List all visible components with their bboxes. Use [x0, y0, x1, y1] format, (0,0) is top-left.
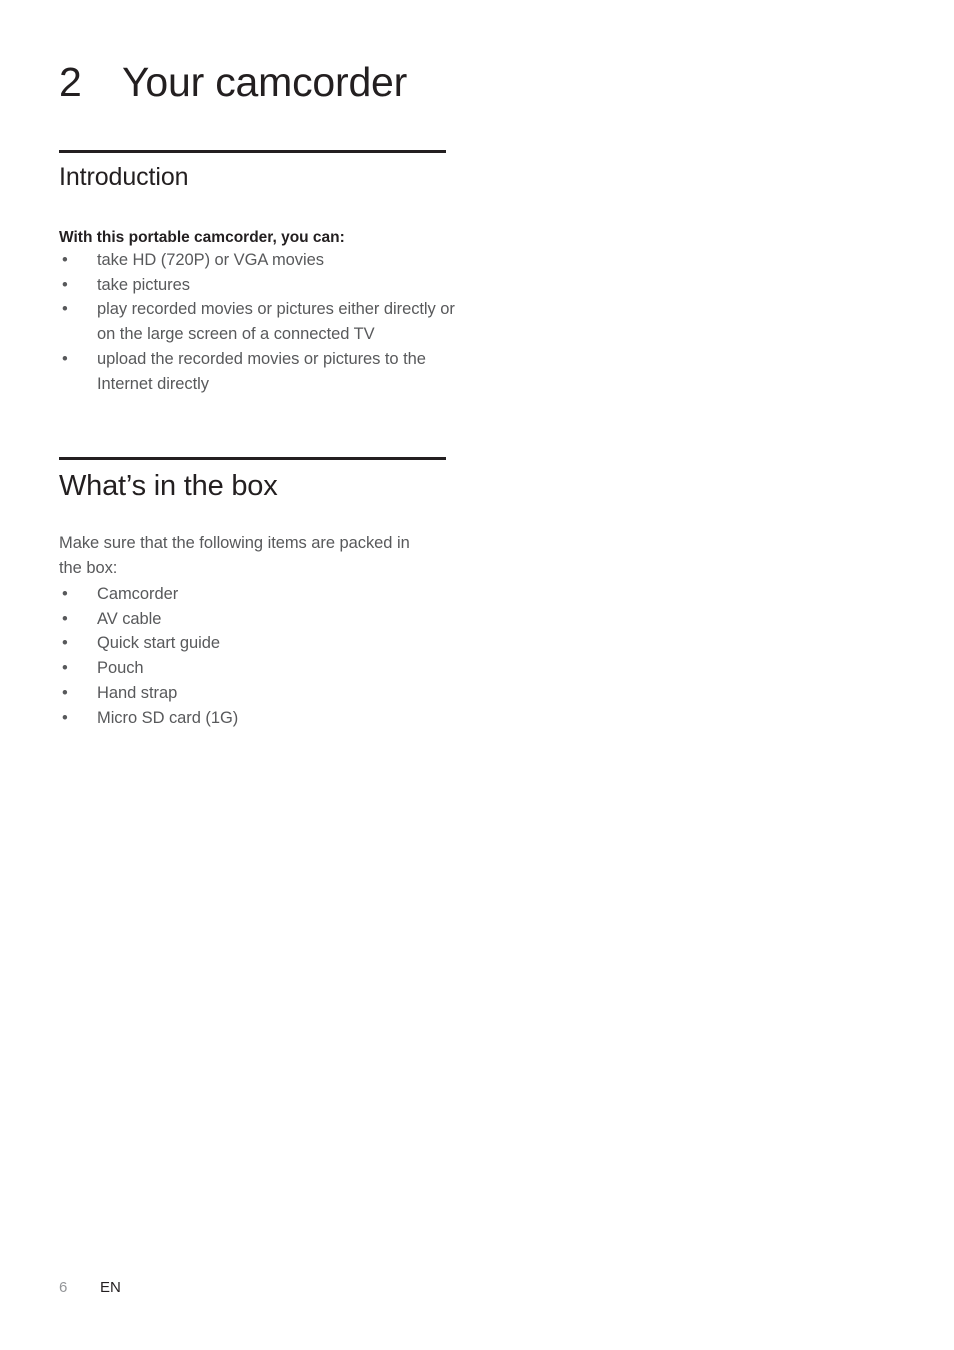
- chapter-title: 2 Your camcorder: [59, 62, 407, 103]
- list-item: • upload the recorded movies or pictures…: [59, 347, 459, 396]
- bullet-icon: •: [62, 585, 68, 603]
- footer-language-code: EN: [100, 1279, 121, 1296]
- whats-in-the-box-paragraph: Make sure that the following items are p…: [59, 534, 410, 577]
- introduction-feature-list: • take HD (720P) or VGA movies • take pi…: [59, 248, 459, 396]
- introduction-lead-text: With this portable camcorder, you can:: [59, 229, 345, 246]
- list-item: • Camcorder: [59, 582, 459, 607]
- list-item-label: play recorded movies or pictures either …: [97, 300, 455, 344]
- list-item: • take HD (720P) or VGA movies: [59, 248, 459, 273]
- bullet-icon: •: [62, 708, 68, 727]
- bullet-icon: •: [62, 251, 68, 269]
- section-heading-introduction: Introduction: [59, 163, 189, 191]
- list-item: • Pouch: [59, 656, 459, 681]
- bullet-icon: •: [62, 275, 68, 294]
- bullet-icon: •: [62, 609, 68, 628]
- list-item-label: Camcorder: [97, 585, 179, 603]
- list-item: • play recorded movies or pictures eithe…: [59, 297, 459, 346]
- footer-page-number: 6: [59, 1279, 68, 1296]
- list-item: • Hand strap: [59, 681, 459, 706]
- bullet-icon: •: [62, 683, 68, 702]
- list-item-label: Pouch: [97, 659, 144, 678]
- list-item-label: Quick start guide: [97, 634, 220, 653]
- bullet-icon: •: [62, 659, 68, 678]
- section-heading-whats-in-the-box: What’s in the box: [59, 470, 278, 502]
- list-item-label: take pictures: [97, 275, 190, 294]
- list-item-label: AV cable: [97, 609, 162, 628]
- chapter-number: 2: [59, 59, 82, 105]
- list-item-label: upload the recorded movies or pictures t…: [97, 349, 426, 393]
- list-item-label: Hand strap: [97, 683, 178, 702]
- section-divider-whats-in-the-box: [59, 457, 446, 460]
- list-item: • take pictures: [59, 273, 459, 298]
- list-item: • Micro SD card (1G): [59, 706, 459, 731]
- bullet-icon: •: [62, 349, 68, 368]
- document-page: 2 Your camcorder Introduction With this …: [0, 0, 954, 1350]
- page-footer: 6 EN: [59, 1280, 121, 1295]
- bullet-icon: •: [62, 634, 68, 653]
- list-item-label: take HD (720P) or VGA movies: [97, 251, 324, 269]
- list-item: • Quick start guide: [59, 631, 459, 656]
- list-item-label: Micro SD card (1G): [97, 708, 239, 727]
- list-item: • AV cable: [59, 607, 459, 632]
- bullet-icon: •: [62, 300, 68, 319]
- chapter-name: Your camcorder: [122, 59, 408, 105]
- whats-in-the-box-item-list: • Camcorder • AV cable • Quick start gui…: [59, 582, 459, 730]
- section-divider-introduction: [59, 150, 446, 153]
